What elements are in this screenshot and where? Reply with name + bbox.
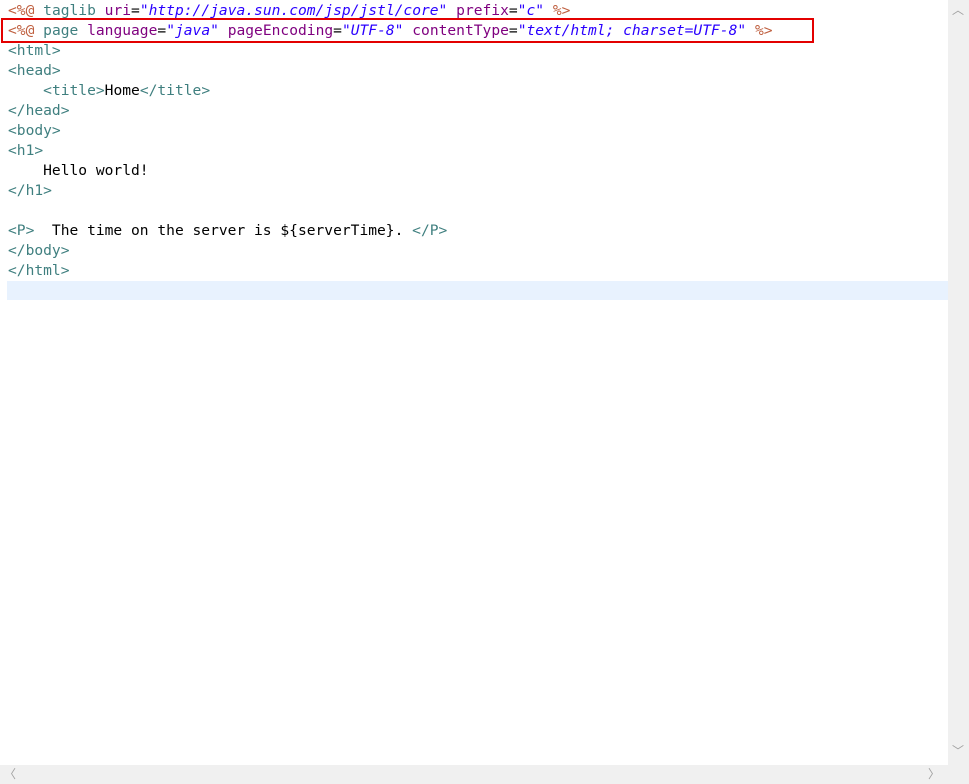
code-line[interactable]: <html> [8, 41, 61, 61]
code-token: Hello world! [8, 162, 149, 179]
code-line[interactable]: <h1> [8, 141, 43, 161]
code-token: = [508, 22, 518, 39]
code-token: "http://java.sun.com/jsp/jstl/core" [139, 2, 448, 19]
code-token: uri [104, 2, 132, 19]
code-token: The time on the server is ${serverTime}. [34, 222, 413, 239]
code-token: <body> [8, 122, 61, 139]
code-line[interactable]: <body> [8, 121, 61, 141]
code-token: </body> [8, 242, 70, 259]
code-token: <head> [8, 62, 61, 79]
code-token: </h1> [8, 182, 52, 199]
code-token: "java" [166, 22, 219, 39]
code-token: <%@ [8, 22, 44, 39]
code-token: <html> [8, 42, 61, 59]
scroll-up-icon[interactable]: ︿ [952, 4, 964, 16]
code-line[interactable]: <P> The time on the server is ${serverTi… [8, 221, 447, 241]
code-token: "c" [517, 2, 545, 19]
code-token: </head> [8, 102, 70, 119]
code-token: prefix [456, 2, 509, 19]
code-line[interactable]: <head> [8, 61, 61, 81]
code-line[interactable]: </head> [8, 101, 70, 121]
code-token: <h1> [8, 142, 44, 159]
code-line[interactable]: </html> [8, 261, 70, 281]
code-token: = [157, 22, 167, 39]
code-line[interactable]: Hello world! [8, 161, 149, 181]
code-line[interactable]: <title>Home</title> [8, 81, 210, 101]
code-token: = [508, 2, 518, 19]
vertical-scrollbar[interactable]: ︿ ﹀ [948, 0, 969, 765]
code-token: taglib [43, 2, 105, 19]
code-token: = [131, 2, 140, 19]
code-token: pageEncoding [227, 22, 334, 39]
code-token: contentType [412, 22, 509, 39]
code-token: </P> [412, 222, 448, 239]
code-token: </title> [139, 82, 211, 99]
scroll-down-icon[interactable]: ﹀ [952, 745, 964, 757]
code-token: %> [754, 22, 773, 39]
code-editor[interactable]: <%@ taglib uri="http://java.sun.com/jsp/… [0, 0, 948, 765]
code-token: "text/html; charset=UTF-8" [517, 22, 747, 39]
current-line-highlight [7, 281, 948, 300]
code-token: <title> [43, 82, 105, 99]
scroll-right-icon[interactable]: 〉 [928, 768, 940, 780]
code-token: language [87, 22, 158, 39]
code-token: <P> [8, 222, 35, 239]
code-token: Home [104, 82, 140, 99]
code-token: </html> [8, 262, 70, 279]
code-token: page [43, 22, 88, 39]
code-line[interactable]: </h1> [8, 181, 52, 201]
code-token: <%@ [8, 2, 44, 19]
code-line[interactable]: <%@ page language="java" pageEncoding="U… [8, 21, 773, 41]
scroll-left-icon[interactable]: 〈 [4, 768, 16, 780]
code-token: "UTF-8" [341, 22, 404, 39]
code-line[interactable]: </body> [8, 241, 70, 261]
code-token: = [333, 22, 342, 39]
code-line[interactable]: <%@ taglib uri="http://java.sun.com/jsp/… [8, 1, 570, 21]
horizontal-scrollbar[interactable]: 〈 〉 [0, 765, 969, 784]
code-token: %> [552, 2, 571, 19]
